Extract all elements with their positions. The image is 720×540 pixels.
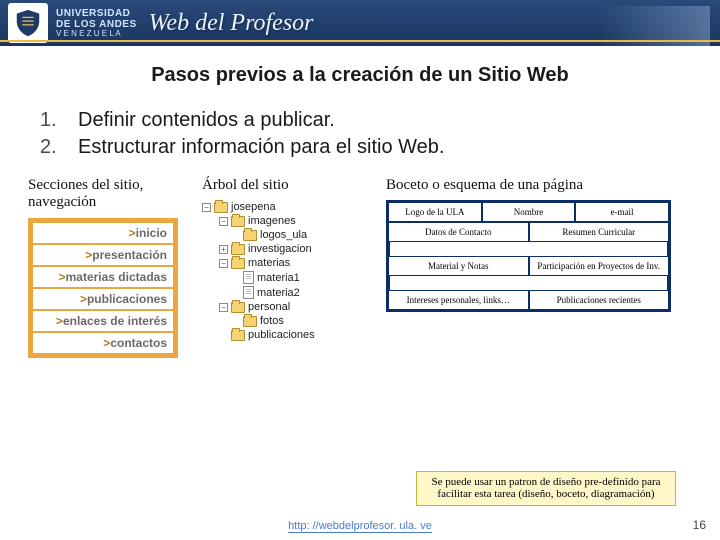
tree-column: Árbol del sitio −josepena −imagenes logo… bbox=[202, 177, 372, 358]
sketch-cell: Material y Notas bbox=[388, 256, 529, 276]
footer-url: http: //webdelprofesor. ula. ve bbox=[0, 520, 720, 532]
nav-column: Secciones del sitio, navegación >inicio … bbox=[28, 177, 188, 358]
steps-list: 1. Definir contenidos a publicar. 2. Est… bbox=[40, 109, 680, 159]
sketch-cell: Publicaciones recientes bbox=[529, 290, 670, 310]
tree-heading: Árbol del sitio bbox=[202, 177, 372, 194]
page-sketch: Logo de la ULA Nombre e-mail Datos de Co… bbox=[386, 200, 671, 312]
sketch-cell: Logo de la ULA bbox=[388, 202, 482, 222]
step-number: 1. bbox=[40, 109, 78, 132]
footer-link[interactable]: http: //webdelprofesor. ula. ve bbox=[288, 520, 432, 533]
sketch-cell: Resumen Curricular bbox=[529, 222, 670, 242]
tree-label: materia2 bbox=[257, 287, 300, 299]
folder-icon bbox=[243, 316, 257, 327]
folder-icon bbox=[214, 202, 228, 213]
folder-icon bbox=[231, 258, 245, 269]
tree-label: investigacion bbox=[248, 243, 312, 255]
tree-label: publicaciones bbox=[248, 329, 315, 341]
tree-label: materias bbox=[248, 257, 290, 269]
page-icon bbox=[243, 271, 254, 284]
university-name: UNIVERSIDAD DE LOS ANDES V E N E Z U E L… bbox=[56, 8, 137, 39]
sketch-heading: Boceto o esquema de una página bbox=[386, 177, 700, 194]
collapse-icon[interactable]: − bbox=[202, 203, 211, 212]
design-note: Se puede usar un patron de diseño pre-de… bbox=[416, 471, 676, 506]
tree-label: imagenes bbox=[248, 215, 296, 227]
nav-item-contactos[interactable]: >contactos bbox=[33, 333, 173, 353]
tree-label: josepena bbox=[231, 201, 276, 213]
folder-icon bbox=[231, 216, 245, 227]
expand-icon[interactable]: + bbox=[219, 245, 228, 254]
site-header: UNIVERSIDAD DE LOS ANDES V E N E Z U E L… bbox=[0, 0, 720, 46]
nav-item-publicaciones[interactable]: >publicaciones bbox=[33, 289, 173, 309]
step-number: 2. bbox=[40, 136, 78, 159]
nav-box: >inicio >presentación >materias dictadas… bbox=[28, 218, 178, 358]
header-divider bbox=[0, 40, 720, 42]
collapse-icon[interactable]: − bbox=[219, 259, 228, 268]
nav-item-enlaces[interactable]: >enlaces de interés bbox=[33, 311, 173, 331]
sketch-cell: Participación en Proyectos de Inv. bbox=[529, 256, 670, 276]
ula-shield-icon bbox=[8, 3, 48, 43]
sketch-cell: Intereses personales, links… bbox=[388, 290, 529, 310]
sketch-cell: e-mail bbox=[575, 202, 669, 222]
collapse-icon[interactable]: − bbox=[219, 217, 228, 226]
step-text: Definir contenidos a publicar. bbox=[78, 109, 335, 132]
folder-tree: −josepena −imagenes logos_ula +investiga… bbox=[202, 200, 372, 342]
tree-label: materia1 bbox=[257, 272, 300, 284]
folder-icon bbox=[231, 330, 245, 341]
tree-label: logos_ula bbox=[260, 229, 307, 241]
sketch-column: Boceto o esquema de una página Logo de l… bbox=[386, 177, 700, 358]
page-icon bbox=[243, 286, 254, 299]
nav-heading: Secciones del sitio, navegación bbox=[28, 177, 188, 212]
slide-title: Pasos previos a la creación de un Sitio … bbox=[0, 64, 720, 87]
tree-label: personal bbox=[248, 301, 290, 313]
sketch-cell: Datos de Contacto bbox=[388, 222, 529, 242]
folder-icon bbox=[243, 230, 257, 241]
nav-item-materias[interactable]: >materias dictadas bbox=[33, 267, 173, 287]
list-item: 2. Estructurar información para el sitio… bbox=[40, 136, 680, 159]
tree-label: fotos bbox=[260, 315, 284, 327]
sketch-cell: Nombre bbox=[482, 202, 575, 222]
nav-item-inicio[interactable]: >inicio bbox=[33, 223, 173, 243]
nav-item-presentacion[interactable]: >presentación bbox=[33, 245, 173, 265]
step-text: Estructurar información para el sitio We… bbox=[78, 136, 444, 159]
page-number: 16 bbox=[693, 518, 706, 532]
folder-icon bbox=[231, 244, 245, 255]
list-item: 1. Definir contenidos a publicar. bbox=[40, 109, 680, 132]
folder-icon bbox=[231, 302, 245, 313]
site-brand: Web del Profesor bbox=[149, 10, 314, 37]
collapse-icon[interactable]: − bbox=[219, 303, 228, 312]
